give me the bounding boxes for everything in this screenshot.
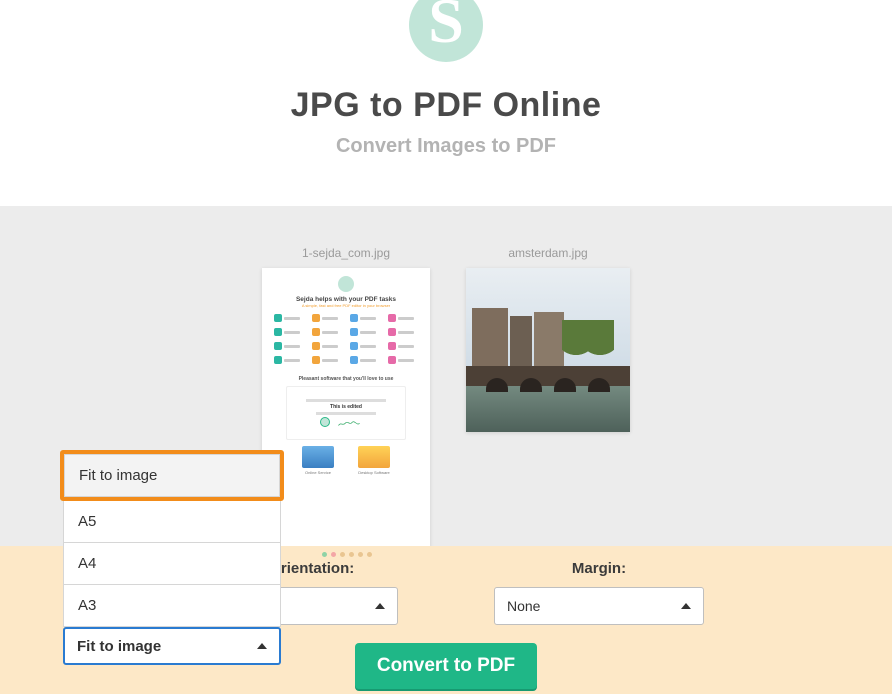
file-name: 1-sejda_com.jpg [262,246,430,260]
dropdown-option-a5[interactable]: A5 [64,501,280,543]
caret-up-icon [257,643,267,649]
thumb-mock-boxes: Online Service Desktop Software [296,446,396,475]
thumb-mock-card: This is edited [286,386,406,440]
page-size-dropdown: Fit to image A5 A4 A3 Fit to image [60,450,284,665]
page-size-select[interactable]: Fit to image [63,627,281,665]
file-name: amsterdam.jpg [466,246,630,260]
dropdown-option-a3[interactable]: A3 [64,585,280,627]
select-value: Fit to image [77,638,161,655]
option-label: Margin: [572,560,626,577]
file-item[interactable]: amsterdam.jpg [466,246,630,548]
brand-logo-letter: S [428,0,464,53]
thumb-mock-grid [274,314,418,364]
caret-up-icon [375,603,385,609]
hero: S JPG to PDF Online Convert Images to PD… [0,0,892,158]
select-value: None [507,598,540,614]
thumb-mock-headline: Sejda helps with your PDF tasks [296,296,396,303]
dropdown-option-a4[interactable]: A4 [64,543,280,585]
file-thumbnail[interactable] [466,268,630,432]
convert-button[interactable]: Convert to PDF [355,643,537,689]
page-subtitle: Convert Images to PDF [0,135,892,158]
dropdown-option-fit-to-image[interactable]: Fit to image [64,454,280,497]
page-title: JPG to PDF Online [0,86,892,125]
brand-logo: S [409,0,483,62]
annotation-highlight: Fit to image [60,450,284,501]
thumb-mock-logo [338,276,354,292]
reorder-handle-icon [322,552,372,557]
option-margin: Margin: None [494,560,704,625]
margin-select[interactable]: None [494,587,704,625]
thumb-mock-subline: A simple, fast and free PDF editor in yo… [302,303,390,308]
caret-up-icon [681,603,691,609]
thumb-mock-section: Pleasant software that you'll love to us… [299,376,394,382]
file-item[interactable]: 1-sejda_com.jpg Sejda helps with your PD… [262,246,430,548]
file-thumbnail[interactable]: Sejda helps with your PDF tasks A simple… [262,268,430,548]
